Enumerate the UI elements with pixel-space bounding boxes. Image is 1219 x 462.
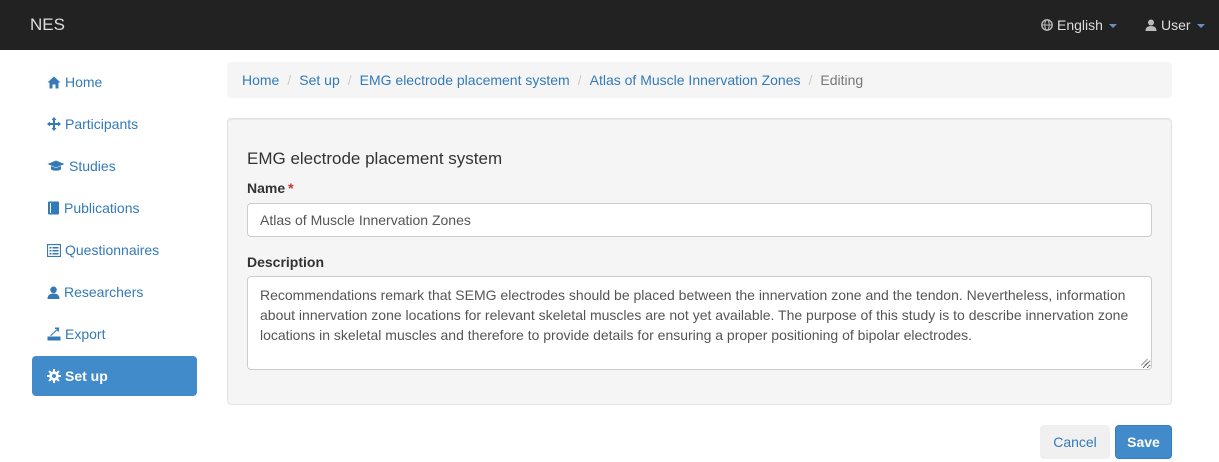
breadcrumb-separator: / <box>808 72 813 88</box>
save-button[interactable]: Save <box>1115 425 1172 459</box>
move-icon <box>47 117 61 131</box>
sidebar-item-label: Export <box>65 326 106 342</box>
description-label: Description <box>247 254 325 270</box>
sidebar-item-label: Researchers <box>64 284 144 300</box>
sidebar-item-participants[interactable]: Participants <box>32 104 197 144</box>
name-label: Name * <box>247 180 294 196</box>
list-alt-icon <box>47 243 61 257</box>
user-icon <box>1145 19 1157 31</box>
sidebar-item-label: Set up <box>65 368 108 384</box>
breadcrumb-separator: / <box>347 72 352 88</box>
language-label: English <box>1057 17 1103 33</box>
chevron-down-icon <box>1196 24 1205 28</box>
language-dropdown[interactable]: English <box>1041 17 1117 33</box>
top-navbar: NES English User <box>0 0 1219 50</box>
sidebar-item-studies[interactable]: Studies <box>32 146 197 186</box>
sidebar-item-export[interactable]: Export <box>32 314 197 354</box>
sidebar-item-label: Participants <box>65 116 139 132</box>
sidebar-item-label: Home <box>65 74 103 90</box>
resize-handle-icon[interactable] <box>1140 358 1148 366</box>
sidebar-item-setup[interactable]: Set up <box>32 356 197 396</box>
user-dropdown[interactable]: User <box>1145 17 1205 33</box>
cancel-button[interactable]: Cancel <box>1040 425 1110 459</box>
sidebar-item-questionnaires[interactable]: Questionnaires <box>32 230 197 270</box>
breadcrumb-separator: / <box>577 72 582 88</box>
form-title: EMG electrode placement system <box>247 149 503 168</box>
user-icon <box>47 286 60 299</box>
breadcrumb-emg-placement-system[interactable]: EMG electrode placement system <box>360 72 570 88</box>
brand-logo[interactable]: NES <box>30 15 65 35</box>
export-icon <box>47 327 61 341</box>
breadcrumb-separator: / <box>287 72 292 88</box>
sidebar-item-publications[interactable]: Publications <box>32 188 197 228</box>
description-textarea[interactable]: Recommendations remark that SEMG electro… <box>247 276 1152 370</box>
breadcrumb: Home / Set up / EMG electrode placement … <box>227 62 1172 98</box>
name-input[interactable] <box>247 203 1152 237</box>
edit-form-panel: EMG electrode placement system Name* Des… <box>227 118 1172 405</box>
sidebar-item-label: Studies <box>69 158 116 174</box>
user-label: User <box>1161 17 1191 33</box>
description-text: Recommendations remark that SEMG electro… <box>260 287 1129 343</box>
chevron-down-icon <box>1108 24 1117 28</box>
home-icon <box>47 76 61 88</box>
breadcrumb-home[interactable]: Home <box>242 72 279 88</box>
book-icon <box>48 201 59 215</box>
sidebar-item-label: Questionnaires <box>65 242 160 258</box>
sidebar-nav: Home Participants Studies Publications Q… <box>32 62 197 398</box>
sidebar-item-home[interactable]: Home <box>32 62 197 102</box>
breadcrumb-atlas[interactable]: Atlas of Muscle Innervation Zones <box>590 72 801 88</box>
name-label-text: Name <box>247 180 286 196</box>
breadcrumb-current: Editing <box>820 72 864 88</box>
graduation-cap-icon <box>47 160 65 171</box>
globe-icon <box>1041 19 1053 31</box>
sidebar-item-label: Publications <box>64 200 140 216</box>
sidebar-item-researchers[interactable]: Researchers <box>32 272 197 312</box>
required-marker: * <box>288 180 294 196</box>
breadcrumb-setup[interactable]: Set up <box>299 72 339 88</box>
cog-icon <box>47 369 61 383</box>
